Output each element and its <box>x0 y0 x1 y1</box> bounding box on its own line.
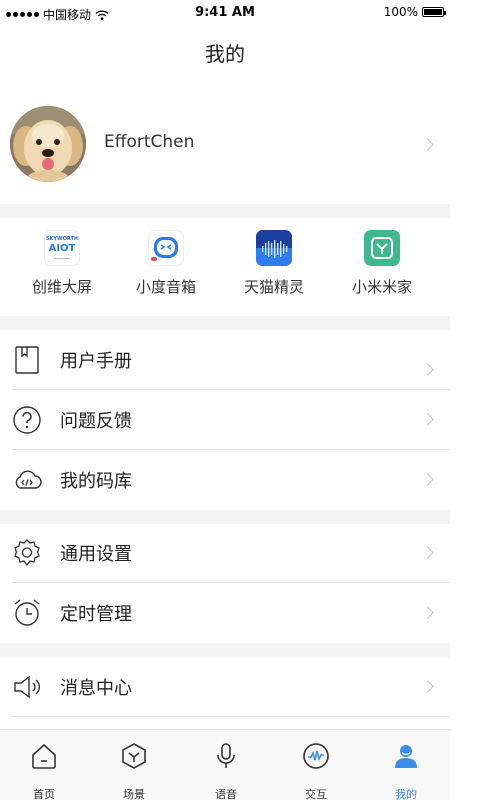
mijia-icon <box>364 230 400 266</box>
tab-mine[interactable]: 我的 <box>376 742 436 800</box>
user-icon <box>395 745 417 768</box>
tab-voice[interactable]: 语音 <box>196 742 256 800</box>
menu-item-label: 通用设置 <box>60 544 132 565</box>
tmall-wave-icon <box>256 230 292 266</box>
speaker-icon <box>14 675 40 699</box>
scene-hexagon-icon <box>122 743 146 769</box>
tab-interaction[interactable]: 交互 <box>286 742 346 800</box>
menu-item-feedback[interactable]: 问题反馈 <box>0 390 450 450</box>
app-screen: 中国移动 9:41 AM 100% 我的 EffortChen SKYWORTH… <box>0 0 450 800</box>
microphone-icon <box>217 743 235 768</box>
xiaodu-speaker-icon <box>148 230 184 266</box>
section-gap <box>0 316 450 330</box>
platform-grid: SKYWORTH AIOT 创维大屏 小度音箱 天猫精灵 小米米家 <box>0 218 450 314</box>
tab-scene[interactable]: 场景 <box>104 742 164 800</box>
manual-book-icon <box>15 346 39 374</box>
tab-bar: 首页 场景 语音 交互 我的 <box>0 729 450 800</box>
platform-xiaodu[interactable]: 小度音箱 <box>116 230 216 297</box>
row-divider <box>12 716 450 717</box>
cloud-code-icon <box>15 470 42 489</box>
platform-label: 小米米家 <box>351 278 412 296</box>
tab-label: 首页 <box>33 788 55 800</box>
menu-item-user-manual[interactable]: 用户手册 <box>0 330 450 390</box>
menu-item-label: 用户手册 <box>60 351 132 372</box>
gear-icon <box>14 539 40 567</box>
status-bar: 中国移动 9:41 AM 100% <box>0 0 450 26</box>
status-bar-right: 100% <box>383 5 446 19</box>
chevron-right-icon <box>421 680 434 693</box>
chevron-right-icon <box>421 413 434 426</box>
platform-mijia[interactable]: 小米米家 <box>332 230 432 297</box>
skyworth-logo-line <box>54 258 70 259</box>
platform-skyworth[interactable]: SKYWORTH AIOT 创维大屏 <box>12 230 112 297</box>
platform-label: 天猫精灵 <box>243 278 304 296</box>
menu-item-timer-management[interactable]: 定时管理 <box>0 583 450 643</box>
interaction-wave-icon <box>303 743 329 769</box>
menu-item-label: 问题反馈 <box>60 411 132 432</box>
section-gap <box>0 510 450 524</box>
menu-item-label: 定时管理 <box>60 604 132 625</box>
battery-icon <box>422 7 446 17</box>
menu-item-code-library[interactable]: 我的码库 <box>0 450 450 510</box>
chevron-right-icon <box>421 138 434 151</box>
xiaodu-face-icon <box>151 237 178 261</box>
profile-row[interactable]: EffortChen <box>0 103 450 185</box>
skyworth-logo-text: SKYWORTH <box>45 236 79 242</box>
tab-label: 我的 <box>395 788 417 800</box>
section-gap <box>0 204 450 218</box>
battery-percent: 100% <box>383 5 418 19</box>
menu-item-label: 消息中心 <box>60 678 132 699</box>
aiot-logo-text: AIOT <box>48 243 76 254</box>
platform-tmall[interactable]: 天猫精灵 <box>224 230 324 297</box>
alarm-clock-icon <box>14 599 40 626</box>
avatar[interactable] <box>10 106 86 182</box>
platform-label: 小度音箱 <box>135 278 196 296</box>
username: EffortChen <box>104 132 195 152</box>
mijia-glyph-icon <box>371 237 393 259</box>
tab-home[interactable]: 首页 <box>14 742 74 800</box>
chevron-right-icon <box>421 546 434 559</box>
status-time: 9:41 AM <box>195 5 255 20</box>
dog-avatar-image <box>10 106 86 182</box>
chevron-right-icon <box>421 363 434 376</box>
tab-label: 语音 <box>215 788 237 800</box>
skyworth-aiot-icon: SKYWORTH AIOT <box>44 230 80 266</box>
chevron-right-icon <box>421 606 434 619</box>
section-gap <box>0 643 450 657</box>
tab-label: 交互 <box>305 788 327 800</box>
tmall-genie-icon <box>256 230 292 266</box>
chevron-right-icon <box>421 473 434 486</box>
menu-item-label: 我的码库 <box>60 471 132 492</box>
home-icon <box>32 743 56 769</box>
platform-label: 创维大屏 <box>31 278 92 296</box>
question-icon <box>13 406 41 434</box>
menu-item-general-settings[interactable]: 通用设置 <box>0 523 450 583</box>
page-title: 我的 <box>205 42 245 66</box>
tab-label: 场景 <box>123 788 145 800</box>
menu-item-message-center[interactable]: 消息中心 <box>0 657 450 717</box>
